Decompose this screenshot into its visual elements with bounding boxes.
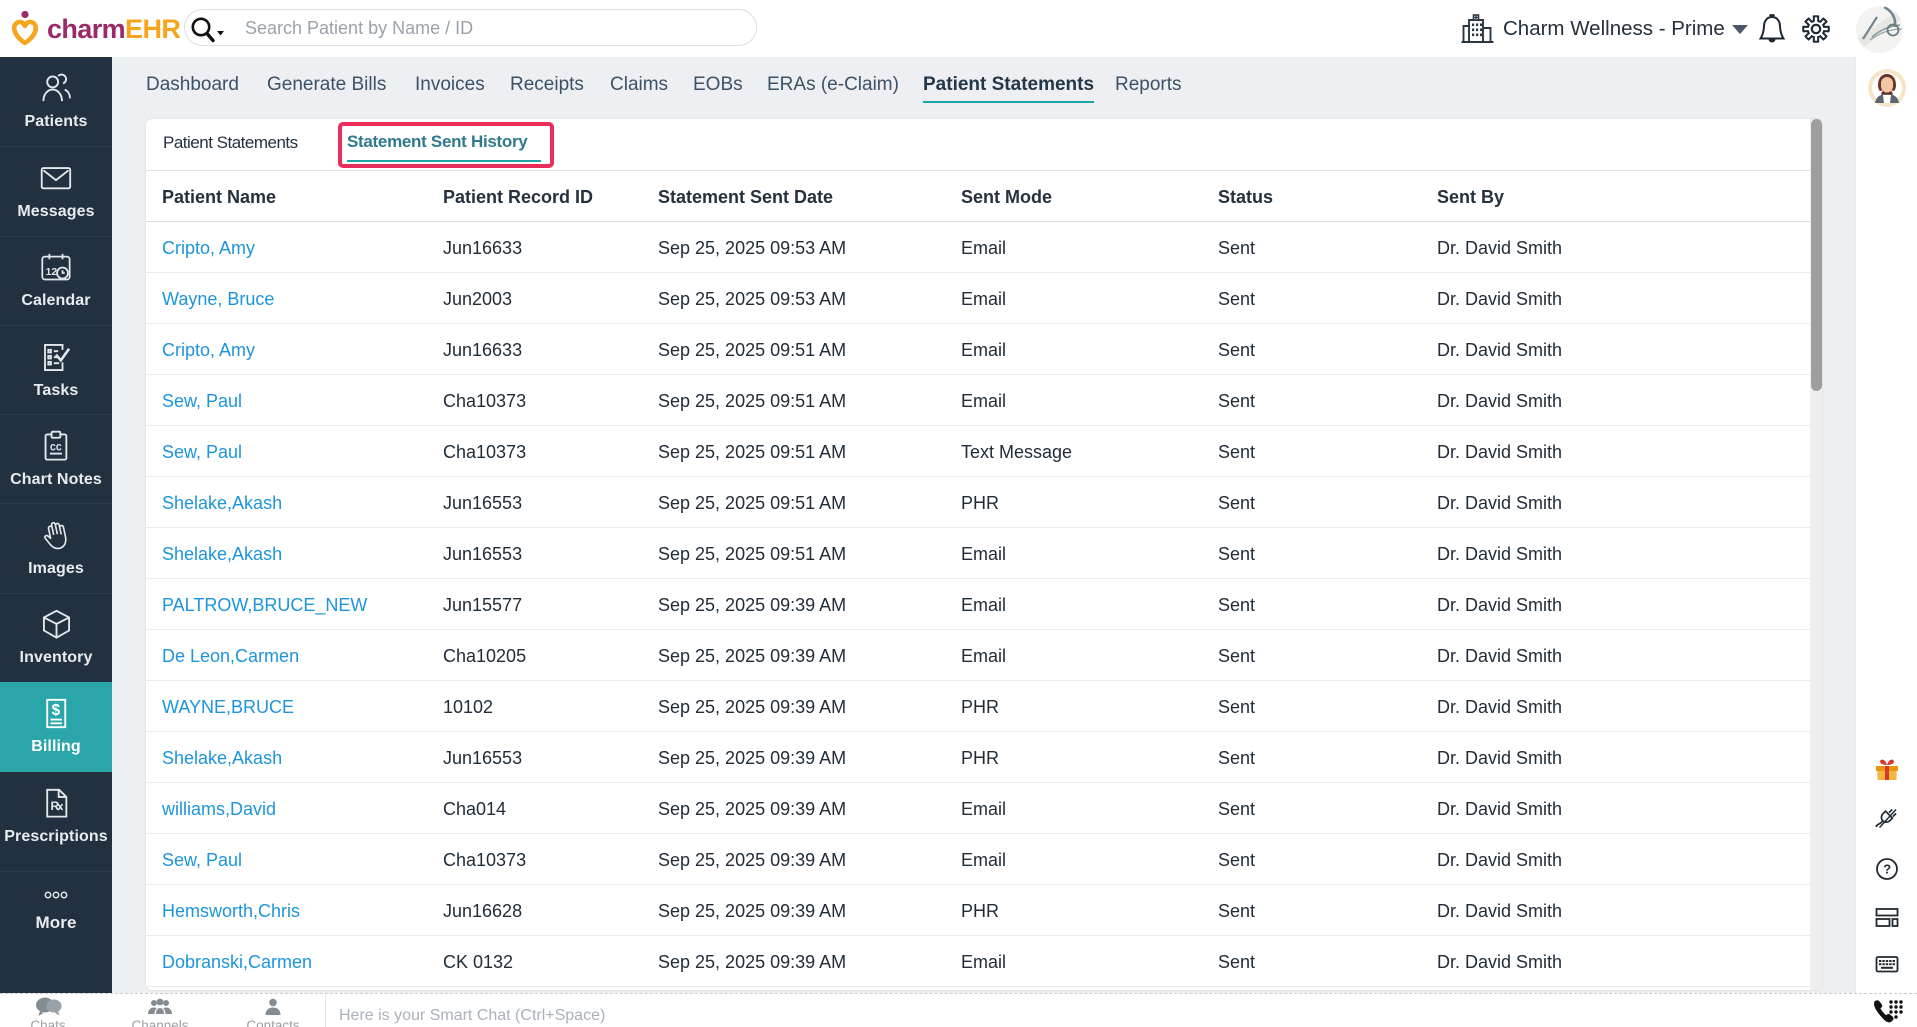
svg-text:R: R — [50, 799, 59, 813]
svg-text:?: ? — [1883, 862, 1891, 877]
svg-text:12: 12 — [45, 267, 57, 278]
svg-text:CC: CC — [49, 442, 61, 453]
svg-text:$: $ — [51, 702, 60, 719]
